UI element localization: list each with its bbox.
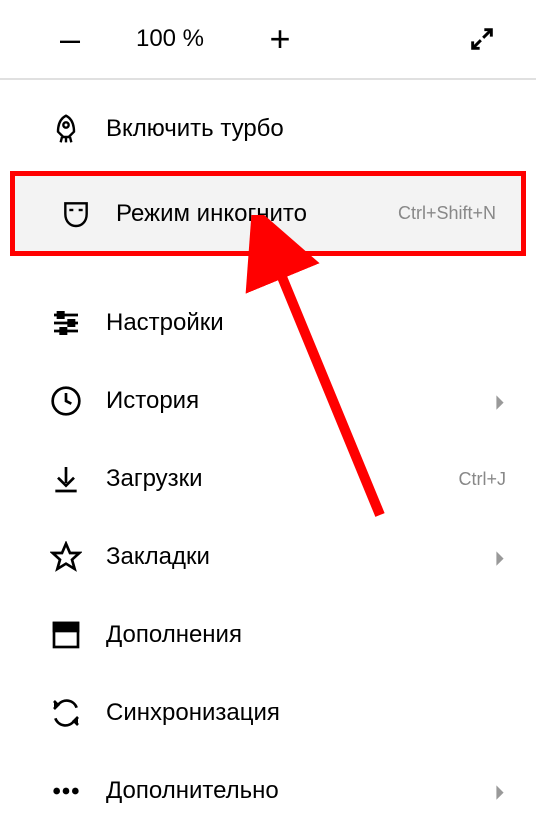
chevron-right-icon: [494, 393, 506, 409]
star-icon: [50, 541, 82, 573]
menu-label: Закладки: [106, 543, 210, 571]
menu-list: Включить турбо Режим инкогнито Ctrl+Shif…: [0, 80, 536, 830]
dots-icon: [50, 775, 82, 807]
menu-item-history[interactable]: История: [0, 362, 536, 440]
sliders-icon: [50, 307, 82, 339]
menu-item-bookmarks[interactable]: Закладки: [0, 518, 536, 596]
zoom-out-button[interactable]: –: [50, 18, 90, 60]
zoom-toolbar: – 100 % +: [0, 0, 536, 80]
rocket-icon: [50, 113, 82, 145]
addon-icon: [50, 619, 82, 651]
download-icon: [50, 463, 82, 495]
zoom-in-button[interactable]: +: [260, 18, 300, 60]
menu-item-more[interactable]: Дополнительно: [0, 752, 536, 830]
menu-label: История: [106, 387, 199, 415]
fullscreen-icon[interactable]: [468, 25, 496, 53]
menu-item-addons[interactable]: Дополнения: [0, 596, 536, 674]
menu-label: Синхронизация: [106, 699, 280, 727]
menu-label: Включить турбо: [106, 115, 284, 143]
menu-label: Загрузки: [106, 465, 203, 493]
menu-label: Дополнительно: [106, 777, 279, 805]
menu-item-turbo[interactable]: Включить турбо: [0, 90, 536, 168]
menu-item-downloads[interactable]: Загрузки Ctrl+J: [0, 440, 536, 518]
chevron-right-icon: [494, 549, 506, 565]
mask-icon: [60, 198, 92, 230]
sync-icon: [50, 697, 82, 729]
menu-shortcut: Ctrl+Shift+N: [398, 203, 496, 224]
menu-label: Режим инкогнито: [116, 200, 307, 228]
menu-shortcut: Ctrl+J: [458, 469, 506, 490]
zoom-level: 100 %: [130, 25, 210, 53]
menu-item-settings[interactable]: Настройки: [0, 284, 536, 362]
menu-item-incognito[interactable]: Режим инкогнито Ctrl+Shift+N: [10, 171, 526, 256]
clock-icon: [50, 385, 82, 417]
menu-label: Настройки: [106, 309, 224, 337]
menu-item-sync[interactable]: Синхронизация: [0, 674, 536, 752]
chevron-right-icon: [494, 783, 506, 799]
menu-label: Дополнения: [106, 621, 242, 649]
